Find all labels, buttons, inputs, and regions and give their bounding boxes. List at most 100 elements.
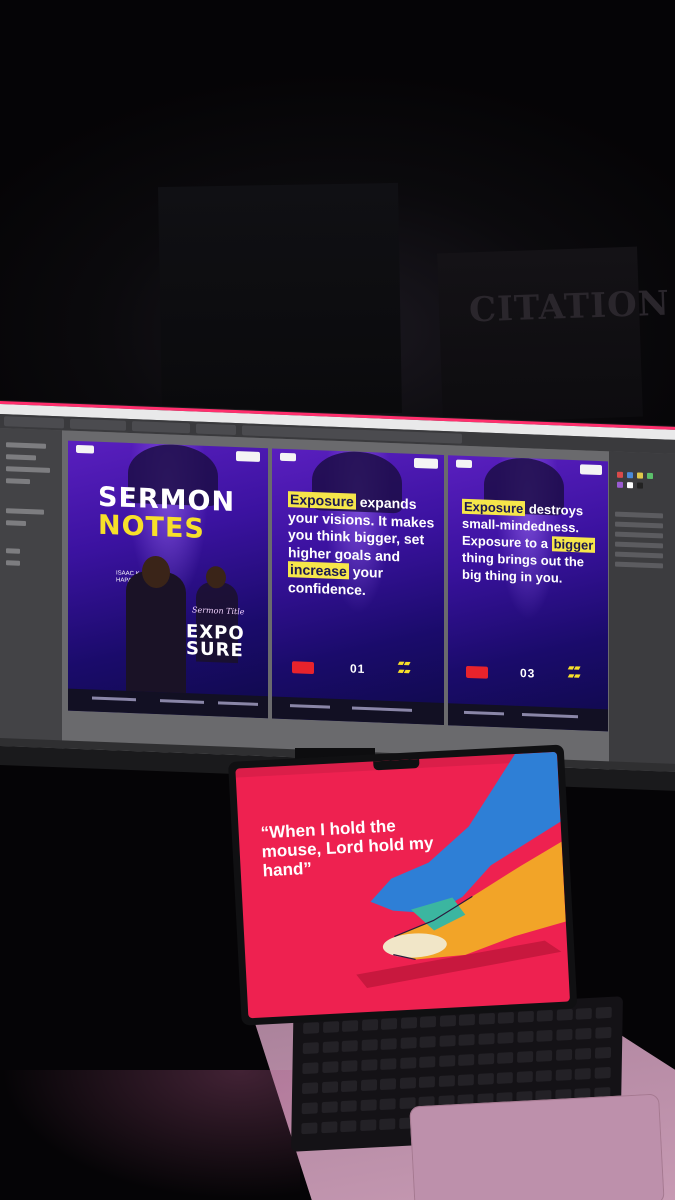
keyboard-key[interactable] [477,1053,494,1065]
keyboard-key[interactable] [380,1058,397,1071]
keyboard-key[interactable] [341,1040,358,1053]
keyboard-key[interactable] [458,1013,476,1026]
artboard-quote-03[interactable]: Exposure destroys small-mindedness. Expo… [448,455,608,732]
document-tab[interactable] [70,418,126,431]
quote-text: Exposure expands your visions. It makes … [288,491,438,602]
keyboard-key[interactable] [321,1101,338,1114]
keyboard-key[interactable] [439,1014,456,1027]
keyboard-key[interactable] [575,1027,592,1040]
keyboard-key[interactable] [497,1031,514,1044]
keyboard-key[interactable] [575,1007,592,1020]
keyboard-key[interactable] [419,1016,437,1028]
keyboard-key[interactable] [321,1061,338,1074]
artboard-quote-01[interactable]: Exposure expands your visions. It makes … [272,448,444,726]
photo-scene: CITATION SERMON NOTES ISAAC K. Sermon Ti… [0,0,675,1200]
layers-panel[interactable] [609,451,675,772]
layer-row[interactable] [615,551,663,559]
keyboard-key[interactable] [399,1077,416,1090]
keyboard-key[interactable] [340,1080,358,1093]
keyboard-key[interactable] [536,1009,553,1022]
keyboard-key[interactable] [477,1033,495,1045]
layer-row[interactable] [615,541,663,549]
keyboard-key[interactable] [594,1046,611,1059]
laptop-trackpad[interactable] [409,1093,665,1200]
layer-row[interactable] [615,511,663,519]
keyboard-key[interactable] [419,1036,436,1048]
keyboard-key[interactable] [320,1121,337,1134]
artboard-cover[interactable]: SERMON NOTES ISAAC K. HAPAIYO Sermon Tit… [68,440,268,719]
document-tab[interactable] [196,423,236,436]
keyboard-key[interactable] [360,1059,377,1072]
keyboard-key[interactable] [574,1047,592,1060]
swatch[interactable] [647,472,653,480]
keyboard-key[interactable] [360,1099,377,1112]
keyboard-key[interactable] [302,1062,319,1075]
keyboard-key[interactable] [399,1057,416,1069]
keyboard-key[interactable] [379,1118,396,1131]
keyboard-key[interactable] [497,1052,514,1064]
keyboard-key[interactable] [536,1049,553,1062]
keyboard-key[interactable] [555,1028,573,1041]
properties-panel[interactable] [0,428,62,749]
swatch[interactable] [637,482,643,489]
keyboard-key[interactable] [478,1012,495,1025]
keyboard-key[interactable] [516,1030,534,1043]
layer-row[interactable] [615,521,663,529]
keyboard-key[interactable] [321,1081,338,1094]
keyboard-key[interactable] [555,1048,572,1061]
keyboard-key[interactable] [458,1054,475,1066]
keyboard-key[interactable] [379,1098,396,1111]
keyboard-key[interactable] [340,1120,357,1133]
keyboard-key[interactable] [301,1122,318,1135]
keyboard-key[interactable] [361,1039,378,1051]
keyboard-key[interactable] [594,1026,611,1039]
keyboard-key[interactable] [439,1035,456,1047]
keyboard-key[interactable] [303,1022,320,1035]
keyboard-key[interactable] [418,1076,436,1089]
swatch[interactable] [637,472,643,479]
keyboard-key[interactable] [594,1066,611,1079]
laptop-lid: “When I hold the mouse, Lord hold my han… [228,744,578,1026]
keyboard-key[interactable] [380,1018,398,1030]
keyboard-key[interactable] [419,1056,436,1068]
keyboard-key[interactable] [400,1037,417,1049]
document-tab[interactable] [132,421,190,434]
keyboard-key[interactable] [341,1020,359,1032]
keyboard-key[interactable] [556,1008,573,1021]
layer-row[interactable] [615,561,663,569]
keyboard-key[interactable] [477,1073,494,1085]
layer-row[interactable] [615,531,663,539]
keyboard-key[interactable] [302,1082,319,1095]
keyboard-key[interactable] [341,1060,358,1073]
keyboard-key[interactable] [359,1119,376,1132]
keyboard-key[interactable] [536,1029,553,1042]
keyboard-key[interactable] [516,1071,533,1083]
keyboard-key[interactable] [400,1017,417,1029]
keyboard-key[interactable] [379,1078,397,1091]
keyboard-key[interactable] [302,1042,319,1055]
document-tab[interactable] [4,416,64,429]
swatch[interactable] [627,472,633,479]
keyboard-key[interactable] [340,1100,357,1113]
keyboard-key[interactable] [380,1038,397,1050]
swatch[interactable] [627,482,633,489]
keyboard-key[interactable] [438,1055,455,1067]
swatch[interactable] [617,481,623,488]
keyboard-key[interactable] [555,1069,572,1081]
keyboard-key[interactable] [322,1021,339,1033]
swatch[interactable] [617,471,623,478]
keyboard-key[interactable] [516,1051,533,1063]
keyboard-key[interactable] [322,1041,339,1054]
keyboard-key[interactable] [458,1034,475,1046]
keyboard-key[interactable] [497,1011,514,1024]
keyboard-key[interactable] [438,1075,455,1087]
keyboard-key[interactable] [595,1006,612,1019]
keyboard-key[interactable] [301,1102,318,1115]
keyboard-key[interactable] [496,1072,513,1084]
keyboard-key[interactable] [360,1079,377,1092]
keyboard-key[interactable] [361,1019,378,1031]
keyboard-key[interactable] [574,1067,591,1080]
keyboard-key[interactable] [457,1074,474,1086]
keyboard-key[interactable] [535,1070,552,1082]
keyboard-key[interactable] [517,1010,534,1023]
